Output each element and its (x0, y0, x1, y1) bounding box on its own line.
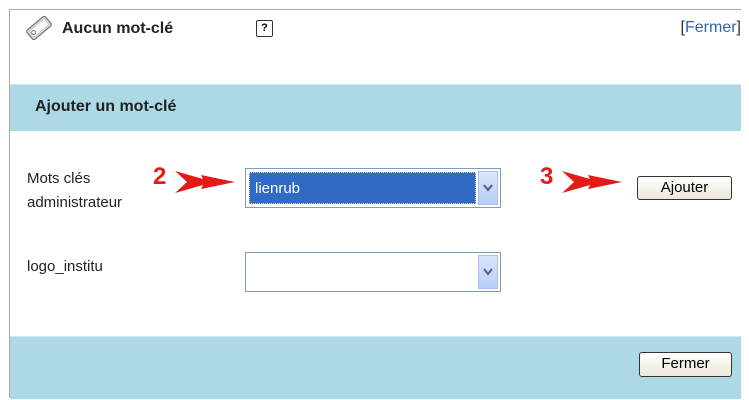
panel-title: Aucun mot-clé (62, 20, 174, 37)
admin-keywords-select[interactable]: lienrub (245, 168, 501, 208)
logo-institu-label: logo_institu (27, 258, 103, 275)
panel-titlebar: Aucun mot-clé ? [Fermer] (10, 10, 741, 46)
close-link-close-bracket: ] (736, 19, 741, 36)
annotation-number-3: 3 (540, 163, 554, 190)
add-keyword-button[interactable]: Ajouter (637, 176, 732, 200)
chevron-down-icon (483, 184, 493, 192)
chevron-down-icon (483, 268, 493, 276)
logo-institu-dropdown-button[interactable] (478, 255, 498, 289)
form-area (10, 131, 741, 336)
help-icon[interactable]: ? (256, 20, 273, 37)
close-link-label[interactable]: Fermer (685, 19, 737, 36)
annotation-number-2: 2 (153, 163, 167, 190)
red-arrow-icon (562, 171, 622, 193)
close-link[interactable]: [Fermer] (681, 19, 741, 37)
logo-institu-select[interactable] (245, 252, 501, 292)
admin-keywords-selected-value: lienrub (249, 172, 476, 204)
section-header: Ajouter un mot-clé (10, 84, 741, 131)
footer-bar (10, 336, 741, 399)
tag-icon (26, 16, 52, 40)
close-button[interactable]: Fermer (639, 352, 732, 377)
admin-keywords-dropdown-button[interactable] (478, 171, 498, 205)
red-arrow-icon (175, 171, 235, 193)
section-title: Ajouter un mot-clé (35, 98, 177, 115)
